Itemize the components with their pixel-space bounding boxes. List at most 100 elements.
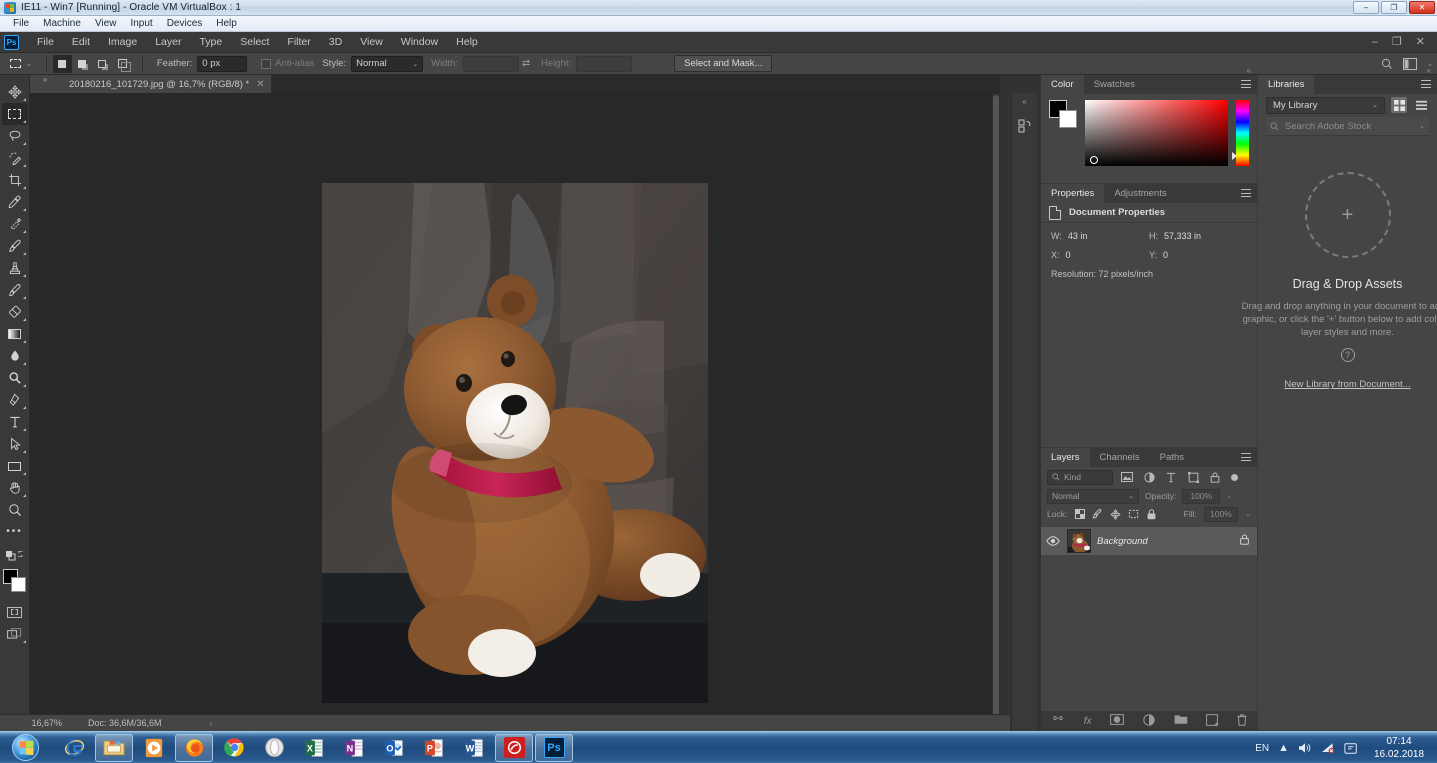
volume-icon[interactable]	[1298, 742, 1312, 754]
height-input[interactable]	[576, 55, 633, 72]
lock-transparent-pixels-icon[interactable]	[1074, 508, 1085, 520]
crop-tool[interactable]	[2, 169, 28, 191]
ps-menu-layer[interactable]: Layer	[146, 34, 190, 50]
scrollbar-thumb[interactable]	[993, 95, 999, 725]
shape-layer-filter-icon[interactable]	[1185, 470, 1201, 485]
new-adjustment-layer-icon[interactable]	[1143, 713, 1155, 729]
link-layers-icon[interactable]	[1051, 715, 1065, 727]
tab-paths[interactable]: Paths	[1150, 448, 1194, 467]
new-selection-button[interactable]	[52, 54, 72, 73]
zoom-tool[interactable]	[2, 499, 28, 521]
style-select[interactable]: Normal ⌄	[351, 55, 424, 72]
smart-object-filter-icon[interactable]	[1207, 470, 1223, 485]
pixel-layer-filter-icon[interactable]	[1119, 470, 1135, 485]
expand-panels-icon[interactable]: «	[1012, 93, 1037, 109]
panel-menu-icon[interactable]	[1241, 453, 1251, 461]
vbox-menu-file[interactable]: File	[6, 17, 36, 30]
ps-menu-view[interactable]: View	[351, 34, 392, 50]
opacity-chevron-down-icon[interactable]: ⌄	[1226, 492, 1232, 500]
type-tool[interactable]	[2, 411, 28, 433]
background-color-swatch[interactable]	[10, 577, 26, 592]
taskbar-item-firefox[interactable]	[175, 733, 213, 762]
collapse-tabs-icon[interactable]: »	[30, 75, 60, 93]
anti-alias-checkbox[interactable]	[261, 58, 272, 69]
gradient-tool[interactable]	[2, 323, 28, 345]
quick-mask-icon[interactable]	[2, 601, 28, 623]
rectangular-marquee-icon[interactable]	[4, 55, 26, 73]
fill-value[interactable]: 100%	[1203, 506, 1239, 522]
tab-color[interactable]: Color	[1041, 75, 1084, 94]
brush-tool[interactable]	[2, 235, 28, 257]
workspace-switcher-icon[interactable]	[1403, 58, 1418, 70]
search-icon[interactable]	[1381, 58, 1393, 70]
status-zoom-level[interactable]: 16,67%	[0, 718, 70, 728]
new-layer-icon[interactable]	[1206, 713, 1219, 729]
move-tool[interactable]	[2, 81, 28, 103]
tab-adjustments[interactable]: Adjustments	[1104, 184, 1176, 203]
vbox-menu-view[interactable]: View	[88, 17, 124, 30]
canvas-vertical-scrollbar[interactable]	[992, 93, 1000, 748]
hand-tool[interactable]	[2, 477, 28, 499]
eraser-tool[interactable]	[2, 301, 28, 323]
taskbar-item-windows-explorer[interactable]	[95, 733, 133, 762]
add-layer-mask-icon[interactable]	[1110, 714, 1125, 728]
new-group-icon[interactable]	[1174, 714, 1188, 728]
language-indicator[interactable]: EN	[1255, 743, 1269, 754]
ps-menu-edit[interactable]: Edit	[63, 34, 99, 50]
ps-menu-filter[interactable]: Filter	[278, 34, 319, 50]
lock-icon[interactable]	[1240, 534, 1249, 548]
virtualbox-close-button[interactable]: ✕	[1409, 1, 1435, 14]
panel-menu-icon[interactable]	[1241, 189, 1251, 197]
subtract-from-selection-button[interactable]	[93, 55, 112, 73]
taskbar-item-excel[interactable]: X	[295, 734, 333, 762]
path-selection-tool[interactable]	[2, 433, 28, 455]
vbox-menu-machine[interactable]: Machine	[36, 17, 88, 30]
fill-chevron-down-icon[interactable]: ⌄	[1245, 510, 1251, 518]
library-select[interactable]: My Library ⌄	[1266, 96, 1385, 114]
quick-selection-tool[interactable]	[2, 147, 28, 169]
taskbar-item-onenote[interactable]: N	[335, 734, 373, 762]
photoshop-close-button[interactable]: ✕	[1416, 37, 1425, 48]
document-tab[interactable]: 20180216_101729.jpg @ 16,7% (RGB/8) * ✕	[60, 75, 272, 93]
close-icon[interactable]: ✕	[256, 79, 264, 90]
search-chevron-down-icon[interactable]: ⌄	[1419, 122, 1425, 130]
vbox-menu-devices[interactable]: Devices	[160, 17, 210, 30]
layer-style-fx-icon[interactable]: fx	[1084, 716, 1092, 727]
eyedropper-tool[interactable]	[2, 191, 28, 213]
document-canvas[interactable]	[322, 183, 708, 703]
y-field[interactable]: Y: 0	[1149, 250, 1247, 260]
taskbar-item-powerpoint[interactable]: P	[415, 734, 453, 762]
default-colors-and-swap-icons[interactable]	[2, 543, 28, 565]
layer-name[interactable]: Background	[1097, 536, 1234, 547]
list-view-icon[interactable]	[1413, 97, 1429, 113]
start-button[interactable]	[1, 733, 49, 763]
height-field[interactable]: H: 57,333 in	[1149, 231, 1247, 241]
ps-menu-window[interactable]: Window	[392, 34, 447, 50]
opacity-value[interactable]: 100%	[1182, 488, 1221, 504]
delete-layer-icon[interactable]	[1237, 713, 1247, 729]
blur-tool[interactable]	[2, 345, 28, 367]
tab-channels[interactable]: Channels	[1090, 448, 1150, 467]
canvas-area[interactable]	[30, 93, 1000, 748]
panel-menu-icon[interactable]	[1421, 80, 1431, 88]
dodge-tool[interactable]	[2, 367, 28, 389]
lasso-tool[interactable]	[2, 125, 28, 147]
search-adobe-stock-input[interactable]: Search Adobe Stock ⌄	[1266, 117, 1429, 136]
lock-image-pixels-icon[interactable]	[1092, 508, 1103, 520]
screen-mode-icon[interactable]	[2, 623, 28, 645]
lock-position-icon[interactable]	[1110, 508, 1121, 520]
eye-icon[interactable]	[1045, 536, 1061, 546]
layer-thumbnail[interactable]	[1067, 529, 1091, 553]
taskbar-item-red-app[interactable]	[495, 733, 533, 762]
hue-marker[interactable]	[1232, 152, 1237, 160]
hue-strip[interactable]	[1232, 100, 1249, 166]
history-brush-tool[interactable]	[2, 279, 28, 301]
filter-toggle-icon[interactable]	[1231, 473, 1238, 481]
new-library-from-document-link[interactable]: New Library from Document...	[1284, 379, 1410, 390]
blend-mode-select[interactable]: Normal ⌄	[1047, 488, 1139, 504]
width-field[interactable]: W: 43 in	[1051, 231, 1149, 241]
tool-preset-chevron-down-icon[interactable]: ⌄	[26, 60, 32, 68]
taskbar-item-opera[interactable]	[255, 734, 293, 762]
width-input[interactable]	[463, 55, 520, 72]
color-swatches[interactable]	[2, 569, 28, 595]
